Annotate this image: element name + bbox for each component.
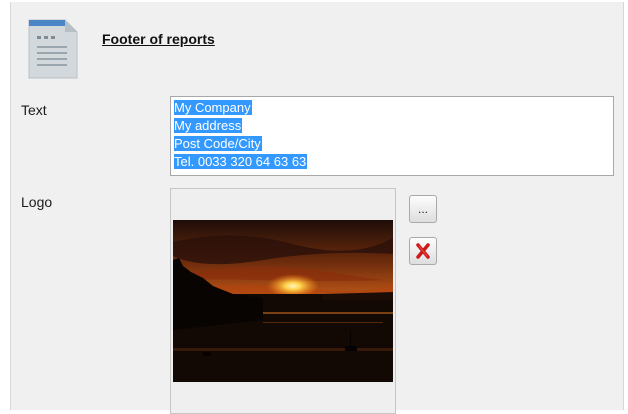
text-label: Text — [21, 102, 47, 118]
footer-text-line: Tel. 0033 320 64 63 63 — [174, 154, 308, 169]
document-icon — [28, 19, 78, 79]
footer-settings-panel: Footer of reports Text My Company My add… — [10, 2, 624, 414]
logo-preview[interactable] — [170, 188, 396, 414]
footer-text-line: My Company — [174, 100, 252, 115]
footer-text-line: Post Code/City — [174, 136, 262, 151]
browse-logo-button[interactable]: ... — [409, 195, 437, 223]
delete-logo-button[interactable] — [409, 237, 437, 265]
footer-text-area[interactable]: My Company My address Post Code/City Tel… — [170, 96, 614, 176]
logo-image — [173, 220, 393, 382]
footer-text-line: My address — [174, 118, 243, 133]
page-title: Footer of reports — [102, 31, 215, 47]
red-x-icon — [416, 243, 430, 259]
logo-label: Logo — [21, 194, 53, 210]
